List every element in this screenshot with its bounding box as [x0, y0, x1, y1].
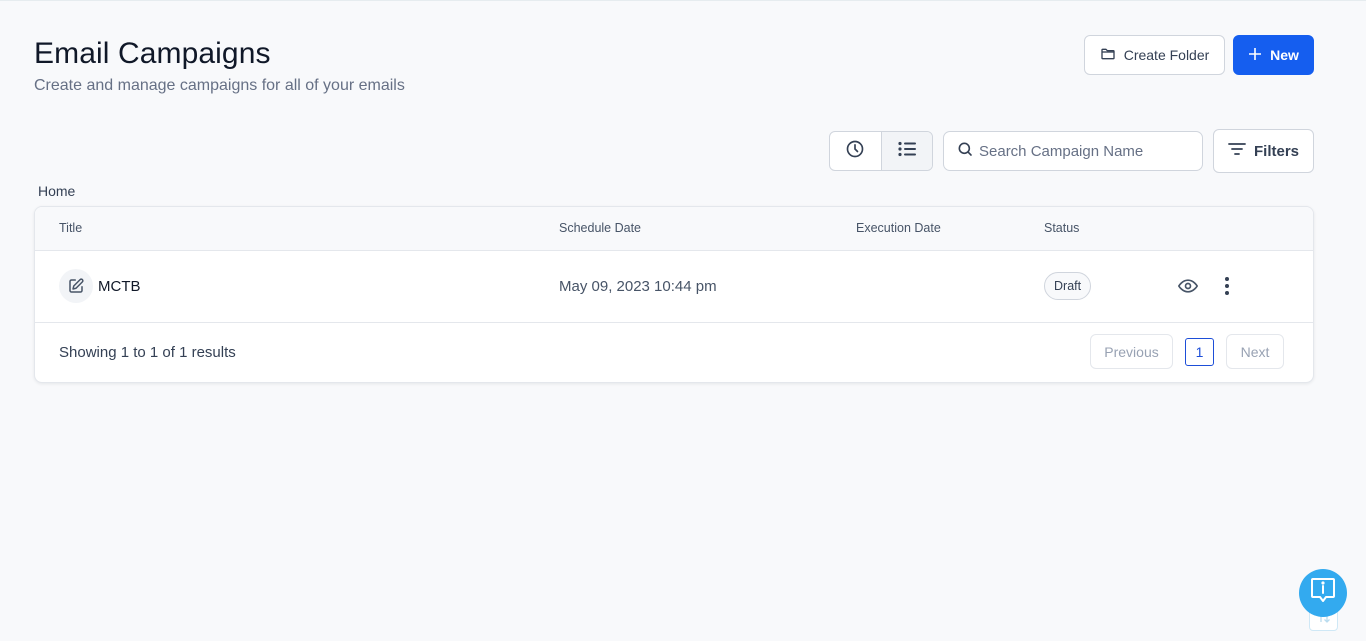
table-footer: Showing 1 to 1 of 1 results Previous 1 N… — [35, 323, 1313, 382]
filter-icon — [1228, 142, 1246, 160]
campaign-name[interactable]: MCTB — [98, 278, 141, 295]
table-row[interactable]: MCTB May 09, 2023 10:44 pm Draft — [35, 251, 1313, 323]
clock-icon — [845, 139, 865, 164]
more-vertical-icon[interactable] — [1217, 275, 1237, 297]
page-subtitle: Create and manage campaigns for all of y… — [34, 77, 405, 94]
column-header-execution-date: Execution Date — [856, 221, 941, 235]
breadcrumb-home[interactable]: Home — [38, 183, 75, 199]
help-chat-button[interactable] — [1299, 569, 1347, 617]
filters-button[interactable]: Filters — [1213, 129, 1314, 173]
campaign-title-cell: MCTB — [59, 269, 141, 303]
list-view-button[interactable] — [880, 132, 932, 170]
results-summary: Showing 1 to 1 of 1 results — [59, 344, 236, 361]
page-header: Email Campaigns Create and manage campai… — [34, 36, 405, 96]
new-campaign-button[interactable]: New — [1233, 35, 1314, 75]
campaigns-table: Title Schedule Date Execution Date Statu… — [34, 206, 1314, 383]
filters-label: Filters — [1253, 142, 1299, 160]
folder-icon — [1100, 46, 1116, 65]
create-folder-button[interactable]: Create Folder — [1084, 35, 1225, 75]
table-header: Title Schedule Date Execution Date Statu… — [35, 207, 1313, 251]
edit-icon[interactable] — [59, 269, 93, 303]
list-icon — [898, 141, 916, 162]
previous-page-button[interactable]: Previous — [1090, 334, 1173, 369]
status-badge: Draft — [1044, 272, 1092, 300]
page-title: Email Campaigns — [34, 37, 271, 70]
view-mode-toggle — [829, 131, 933, 171]
column-header-schedule-date: Schedule Date — [559, 221, 642, 235]
schedule-view-button[interactable] — [830, 132, 881, 170]
plus-icon — [1248, 47, 1262, 64]
next-page-button[interactable]: Next — [1226, 334, 1284, 369]
search-box — [943, 131, 1203, 171]
search-icon — [957, 141, 973, 162]
search-campaign-input[interactable] — [979, 142, 1199, 160]
info-message-icon — [1310, 577, 1336, 610]
column-header-title: Title — [59, 221, 83, 235]
column-header-status: Status — [1044, 221, 1080, 235]
create-folder-label: Create Folder — [1123, 47, 1210, 63]
schedule-date: May 09, 2023 10:44 pm — [559, 278, 717, 295]
eye-icon[interactable] — [1177, 275, 1199, 297]
new-label: New — [1270, 47, 1299, 63]
page-number-button[interactable]: 1 — [1185, 338, 1214, 366]
